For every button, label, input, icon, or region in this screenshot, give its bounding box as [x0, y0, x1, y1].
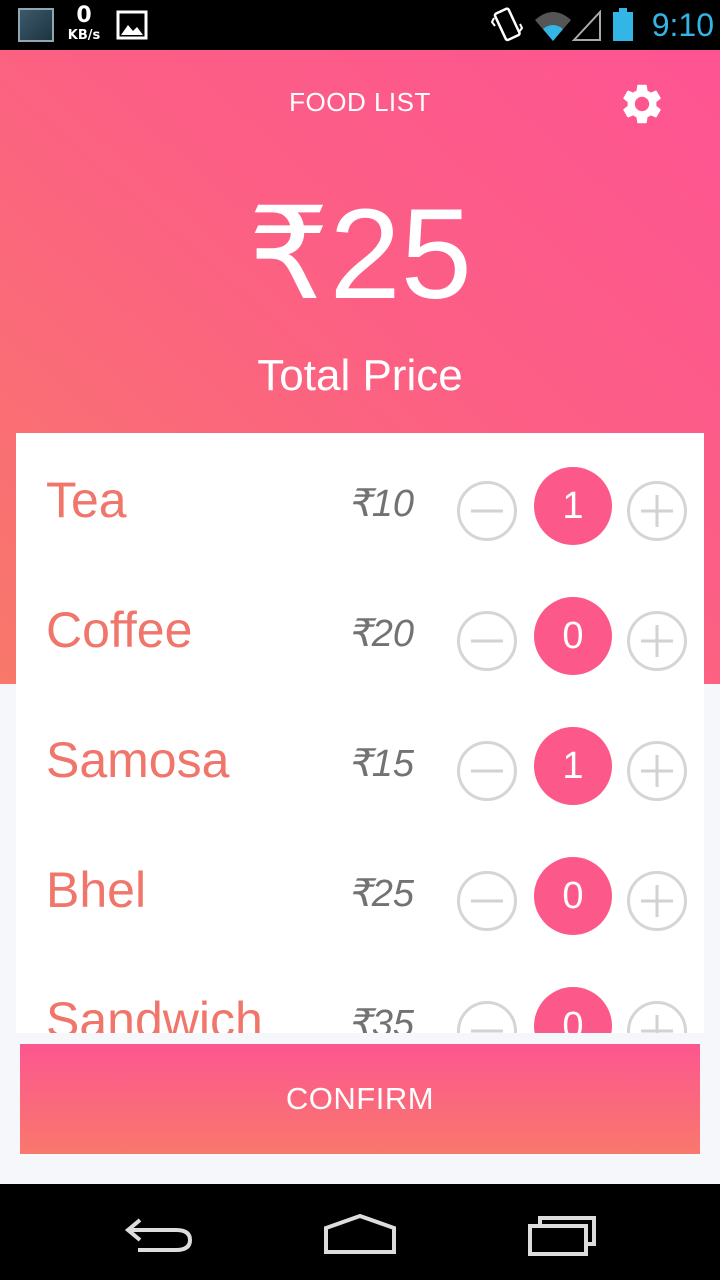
- increase-button[interactable]: [627, 611, 687, 671]
- wifi-icon: [535, 12, 571, 41]
- minus-icon: [471, 769, 503, 773]
- item-price: ₹20: [347, 613, 414, 655]
- item-price: ₹35: [347, 1003, 414, 1033]
- battery-icon: [613, 8, 633, 41]
- item-name: Samosa: [46, 732, 230, 788]
- network-speed-unit: KB/s: [67, 28, 101, 43]
- decrease-button[interactable]: [457, 1001, 517, 1033]
- increase-button[interactable]: [627, 481, 687, 541]
- decrease-button[interactable]: [457, 611, 517, 671]
- gear-icon[interactable]: [618, 80, 666, 128]
- total-price-label: Total Price: [257, 351, 463, 400]
- list-item: Sandwich ₹35 0: [16, 953, 704, 1033]
- quantity-badge: 1: [534, 467, 612, 545]
- list-item: Tea ₹10 1: [16, 433, 704, 563]
- item-price: ₹25: [347, 873, 414, 915]
- increase-button[interactable]: [627, 741, 687, 801]
- item-price: ₹10: [347, 483, 414, 525]
- item-name: Bhel: [46, 862, 147, 918]
- decrease-button[interactable]: [457, 481, 517, 541]
- status-bar: 0 KB/s 9:10: [0, 0, 720, 50]
- increase-button[interactable]: [627, 1001, 687, 1033]
- list-item: Samosa ₹15 1: [16, 693, 704, 823]
- plus-icon: [641, 625, 673, 657]
- home-icon[interactable]: [322, 1212, 398, 1256]
- vibrate-icon: [490, 7, 524, 42]
- status-clock: 9:10: [651, 7, 714, 43]
- quantity-badge: 0: [534, 597, 612, 675]
- back-icon[interactable]: [124, 1214, 196, 1254]
- item-name: Sandwich: [46, 992, 263, 1033]
- list-item: Coffee ₹20 0: [16, 563, 704, 693]
- quantity-badge: 0: [534, 857, 612, 935]
- notification-thumbnail-icon: [18, 8, 54, 42]
- plus-icon: [641, 885, 673, 917]
- total-price-value: ₹25: [248, 183, 472, 326]
- quantity-badge: 0: [534, 987, 612, 1033]
- item-price: ₹15: [347, 743, 414, 785]
- recent-apps-icon[interactable]: [526, 1208, 600, 1258]
- signal-icon: [572, 10, 601, 41]
- decrease-button[interactable]: [457, 741, 517, 801]
- minus-icon: [471, 509, 503, 513]
- page-title: FOOD LIST: [289, 87, 431, 117]
- minus-icon: [471, 899, 503, 903]
- item-name: Coffee: [46, 602, 193, 658]
- list-item: Bhel ₹25 0: [16, 823, 704, 953]
- plus-icon: [641, 1015, 673, 1033]
- item-name: Tea: [46, 472, 127, 528]
- food-list: Tea ₹10 1 Coffee ₹20 0 Samosa ₹15 1 Bhel: [16, 433, 704, 1033]
- navigation-bar: [0, 1184, 720, 1280]
- quantity-badge: 1: [534, 727, 612, 805]
- confirm-button[interactable]: CONFIRM: [20, 1044, 700, 1154]
- network-speed-value: 0: [76, 3, 92, 28]
- increase-button[interactable]: [627, 871, 687, 931]
- plus-icon: [641, 755, 673, 787]
- image-icon: [116, 10, 148, 40]
- plus-icon: [641, 495, 673, 527]
- minus-icon: [471, 639, 503, 643]
- minus-icon: [471, 1029, 503, 1033]
- decrease-button[interactable]: [457, 871, 517, 931]
